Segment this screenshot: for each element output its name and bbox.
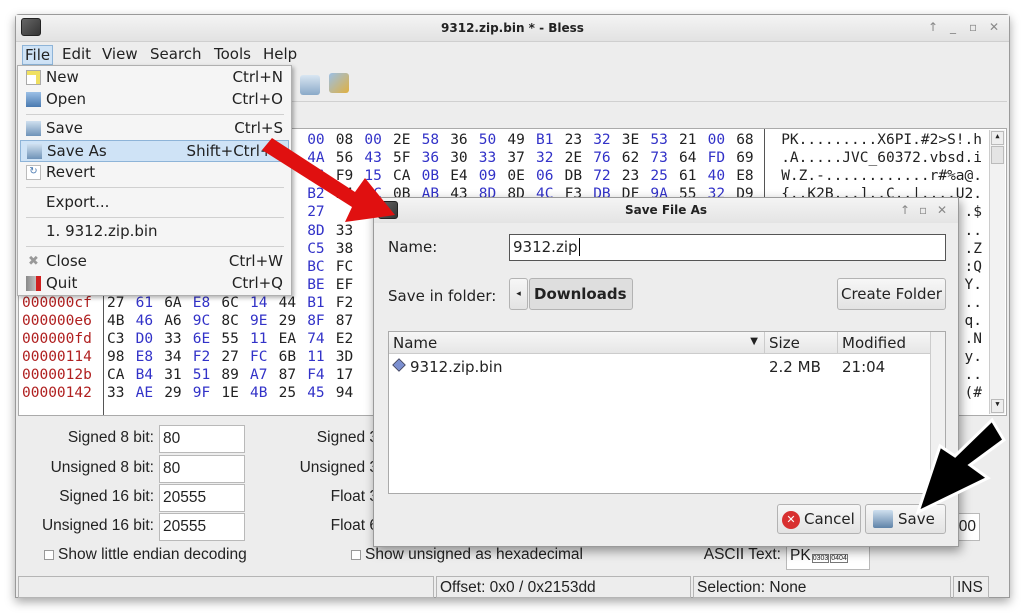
black-arrow-icon (915, 417, 1006, 515)
annotation-arrows (262, 138, 1006, 515)
red-arrow-icon (262, 138, 395, 222)
